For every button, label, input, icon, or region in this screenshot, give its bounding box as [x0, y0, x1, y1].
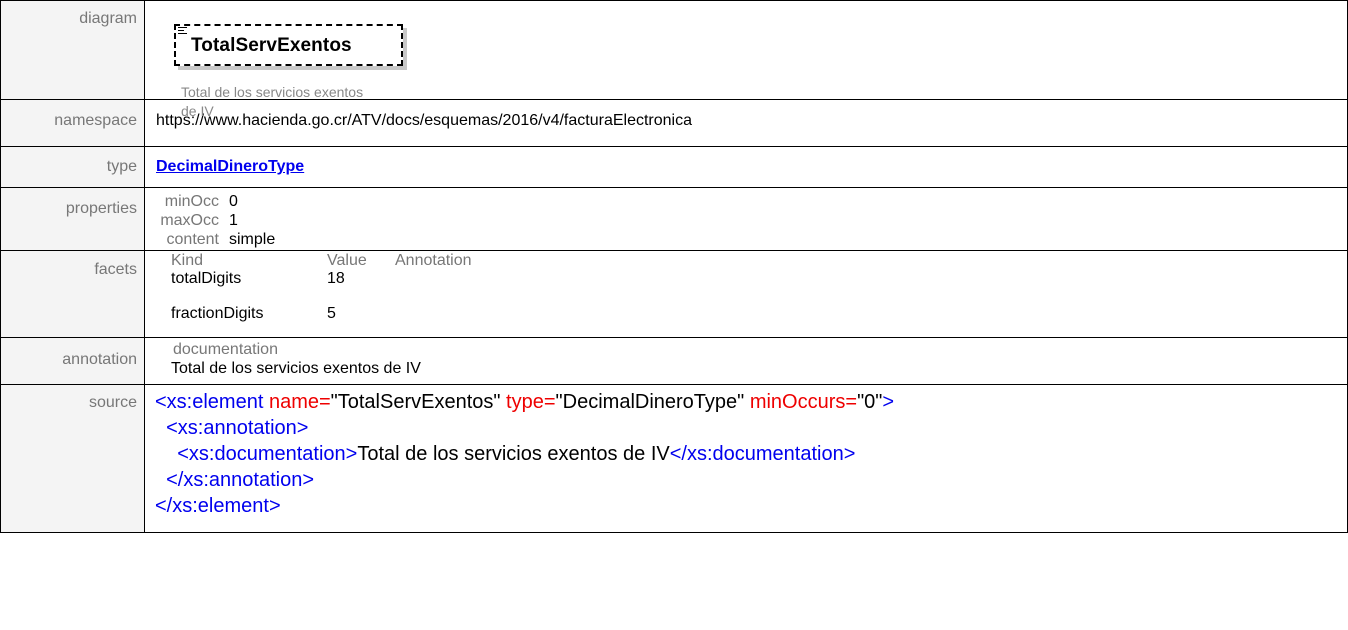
properties-label: properties — [0, 187, 145, 251]
annotation-text: Total de los servicios exentos de IV — [171, 360, 421, 377]
property-row: content simple — [166, 231, 276, 248]
annotation-row: annotation documentation Total de los se… — [0, 337, 1348, 385]
facets-label: facets — [0, 250, 145, 338]
properties-row: properties minOcc 0 maxOcc 1 content simple — [0, 187, 1348, 251]
annotation-label: annotation — [0, 337, 145, 385]
source-label: source — [0, 384, 145, 533]
schema-doc-table: diagram TotalServExentos Total de los se… — [0, 0, 1348, 533]
facets-header: Kind Value Annotation — [171, 252, 472, 269]
namespace-label: namespace — [0, 99, 145, 147]
facets-row: facets Kind Value Annotation totalDigits… — [0, 250, 1348, 338]
element-diagram: TotalServExentos Total de los servicios … — [145, 1, 1347, 119]
properties-table: minOcc 0 maxOcc 1 content simple — [145, 188, 1347, 249]
element-name: TotalServExentos — [191, 35, 352, 56]
property-row: maxOcc 1 — [160, 212, 238, 229]
diagram-label: diagram — [0, 0, 145, 100]
property-row: minOcc 0 — [164, 193, 238, 210]
diagram-documentation: Total de los servicios exentos de IV — [181, 84, 364, 119]
annotation-header: documentation — [173, 341, 278, 358]
source-line: <xs:element name="TotalServExentos" type… — [155, 391, 895, 413]
source-line: </xs:element> — [155, 495, 281, 517]
source-line: <xs:annotation> — [155, 417, 309, 439]
element-box[interactable]: TotalServExentos — [174, 24, 403, 66]
element-list-icon — [178, 27, 187, 36]
source-code: <xs:element name="TotalServExentos" type… — [155, 385, 1347, 519]
type-row: type DecimalDineroType — [0, 146, 1348, 188]
source-line: <xs:documentation>Total de los servicios… — [155, 443, 856, 465]
type-label: type — [0, 146, 145, 188]
diagram-row: diagram TotalServExentos Total de los se… — [0, 0, 1348, 119]
type-link[interactable]: DecimalDineroType — [156, 147, 1347, 176]
source-row: source <xs:element name="TotalServExento… — [0, 384, 1348, 533]
source-line: </xs:annotation> — [155, 469, 315, 491]
facets-table: Kind Value Annotation totalDigits 18 fra… — [145, 251, 1347, 337]
